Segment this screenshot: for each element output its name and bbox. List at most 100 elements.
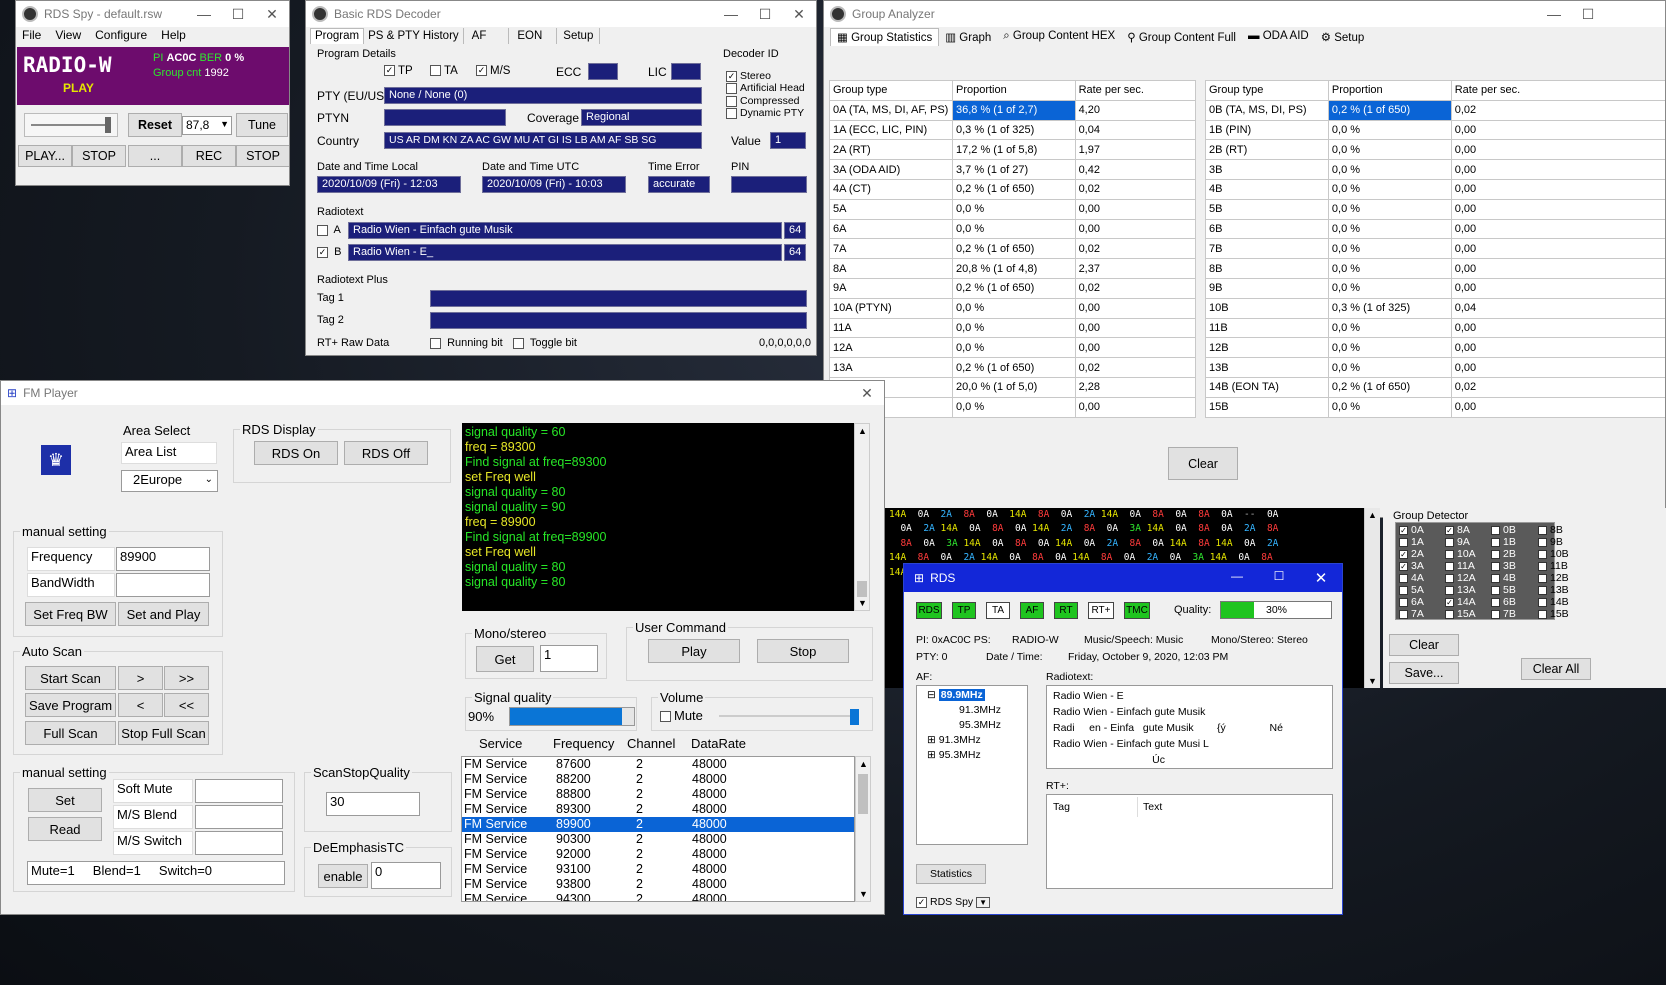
play-button[interactable]: Play	[648, 639, 740, 663]
enable-button[interactable]: enable	[318, 864, 368, 888]
rec-button[interactable]: REC	[182, 145, 236, 167]
tree-collapse-icon[interactable]: ⊟	[927, 689, 936, 701]
group-detector-item[interactable]: 3B	[1491, 560, 1516, 572]
service-scrollbar[interactable]: ▲ ▼	[855, 756, 871, 902]
group-detector-item[interactable]: 6A	[1399, 596, 1424, 608]
tree-expand-icon[interactable]: ⊞	[927, 749, 936, 761]
clear-button[interactable]: Clear	[1168, 447, 1238, 480]
group-detector-item[interactable]: 13B	[1538, 584, 1569, 596]
table-row[interactable]: 2A (RT) 17,2 % (1 of 5,8) 1,97	[829, 139, 1197, 161]
hex-scrollbar[interactable]: ▲ ▼	[1364, 508, 1380, 688]
table-row[interactable]: 13A 0,2 % (1 of 650) 0,02	[829, 357, 1197, 378]
group-detector-item[interactable]: ✓ 8A	[1445, 524, 1470, 536]
menu-file[interactable]: File	[22, 28, 41, 42]
group-detector-item[interactable]: 13A	[1445, 584, 1476, 596]
menu-view[interactable]: View	[55, 28, 81, 42]
next-fast-button[interactable]: >>	[164, 666, 209, 690]
dropdown-arrow-icon[interactable]: ▼	[976, 897, 991, 908]
group-detector-item[interactable]: 12B	[1538, 572, 1569, 584]
table-row[interactable]: 6B 0,0 % 0,00	[1205, 218, 1665, 240]
ta-checkbox[interactable]: TA	[430, 65, 458, 77]
area-list-field[interactable]: Area List	[121, 442, 217, 464]
stop-full-scan-button[interactable]: Stop Full Scan	[118, 721, 209, 745]
tab-setup[interactable]: Setup	[557, 28, 601, 44]
table-row[interactable]: 0B (TA, MS, DI, PS) 0,2 % (1 of 650) 0,02	[1205, 99, 1665, 121]
stop-button[interactable]: STOP	[72, 145, 126, 167]
stop-button[interactable]: Stop	[757, 639, 849, 663]
group-detector-item[interactable]: ✓ 2A	[1399, 548, 1424, 560]
table-row[interactable]: 6A 0,0 % 0,00	[829, 218, 1197, 240]
rds-spy-titlebar[interactable]: RDS Spy - default.rsw — ☐ ✕	[16, 1, 289, 27]
artificial-head-checkbox[interactable]: Artificial Head	[726, 82, 805, 94]
menu-configure[interactable]: Configure	[95, 28, 147, 42]
running-bit-checkbox[interactable]: Running bit	[430, 337, 503, 349]
service-list[interactable]: FM Service 87600 2 48000 FM Service 88200 2 480…	[461, 756, 855, 902]
group-detector-item[interactable]: ✓ 0A	[1399, 524, 1424, 536]
stereo-checkbox[interactable]: ✓ Stereo	[726, 70, 771, 82]
group-detector-item[interactable]: 10A	[1445, 548, 1476, 560]
rds-titlebar[interactable]: ⊞ RDS — ☐ ✕	[904, 564, 1342, 592]
menu-help[interactable]: Help	[161, 28, 186, 42]
group-detector-item[interactable]: 0B	[1491, 524, 1516, 536]
minimize-icon[interactable]: —	[1537, 6, 1571, 23]
table-row[interactable]: 1B (PIN) 0,0 % 0,00	[1205, 119, 1665, 141]
reset-button[interactable]: Reset	[128, 113, 182, 137]
af-item-95-3[interactable]: 95.3MHz	[959, 719, 1001, 731]
table-row[interactable]: 11A 0,0 % 0,00	[829, 317, 1197, 339]
group-detector-item[interactable]: 9A	[1445, 536, 1470, 548]
table-row[interactable]: 5B 0,0 % 0,00	[1205, 198, 1665, 220]
mute-checkbox[interactable]: Mute	[660, 708, 703, 723]
table-row[interactable]: 7B 0,0 % 0,00	[1205, 238, 1665, 260]
minimize-icon[interactable]: —	[1216, 569, 1258, 587]
set-and-play-button[interactable]: Set and Play	[118, 602, 209, 626]
table-row[interactable]: 10A (PTYN) 0,0 % 0,00	[829, 297, 1197, 319]
maximize-icon[interactable]: ☐	[1571, 6, 1605, 23]
statistics-button[interactable]: Statistics	[916, 864, 986, 884]
ms-checkbox[interactable]: ✓ M/S	[476, 65, 510, 77]
volume-thumb[interactable]	[850, 709, 859, 725]
close-icon[interactable]: ✕	[1300, 569, 1342, 587]
toggle-bit-checkbox[interactable]: Toggle bit	[513, 337, 577, 349]
set-freq-bw-button[interactable]: Set Freq BW	[25, 602, 116, 626]
table-row[interactable]: 9B 0,0 % 0,00	[1205, 277, 1665, 299]
maximize-icon[interactable]: ☐	[221, 6, 255, 23]
table-row[interactable]: 1A (ECC, LIC, PIN) 0,3 % (1 of 325) 0,04	[829, 119, 1197, 141]
af-item-91-3-root[interactable]: 91.3MHz	[939, 734, 981, 746]
table-row[interactable]: 9A 0,2 % (1 of 650) 0,02	[829, 277, 1197, 299]
minimize-icon[interactable]: —	[187, 6, 221, 23]
group-detector-item[interactable]: 10B	[1538, 548, 1569, 560]
table-row[interactable]: 3A (ODA AID) 3,7 % (1 of 27) 0,42	[829, 159, 1197, 180]
tab-eon[interactable]: EON	[509, 28, 558, 44]
tab-group-content-full[interactable]: ⚲ Group Content Full	[1121, 28, 1242, 46]
maximize-icon[interactable]: ☐	[748, 6, 782, 23]
tab-af[interactable]: AF	[464, 28, 510, 44]
tab-ps-pty-history[interactable]: PS & PTY History	[364, 28, 464, 44]
table-row[interactable]: 13B 0,0 % 0,00	[1205, 357, 1665, 378]
group-detector-item[interactable]: 9B	[1538, 536, 1563, 548]
minimize-icon[interactable]: —	[714, 6, 748, 23]
volume-slider[interactable]	[719, 709, 861, 725]
table-row[interactable]: 2B (RT) 0,0 % 0,00	[1205, 139, 1665, 161]
more-button[interactable]: ...	[128, 145, 182, 167]
group-detector-item[interactable]: 4A	[1399, 572, 1424, 584]
tab-group-content-hex[interactable]: ⌕ Group Content HEX	[997, 28, 1121, 46]
tab-program[interactable]: Program	[310, 28, 365, 44]
next-button[interactable]: >	[118, 666, 163, 690]
service-row[interactable]: FM Service 88200 2 48000	[462, 772, 854, 787]
service-row[interactable]: FM Service 90300 2 48000	[462, 832, 854, 847]
group-detector-item[interactable]: 4B	[1491, 572, 1516, 584]
rt-a-checkbox[interactable]: A	[317, 224, 341, 236]
table-row[interactable]: 3B 0,0 % 0,00	[1205, 159, 1665, 180]
soft-mute-input[interactable]	[195, 779, 283, 803]
scan-stop-quality-input[interactable]: 30	[326, 792, 420, 816]
group-detector-item[interactable]: 7A	[1399, 608, 1424, 620]
radiotext-list[interactable]: Radio Wien - E Radio Wien - Einfach gute …	[1046, 685, 1333, 769]
tab-group-statistics[interactable]: ▦ Group Statistics	[830, 28, 940, 46]
rds-on-button[interactable]: RDS On	[254, 441, 338, 465]
group-detector-item[interactable]: 14B	[1538, 596, 1569, 608]
tab-setup[interactable]: ⚙ Setup	[1315, 28, 1371, 46]
prev-fast-button[interactable]: <<	[164, 693, 209, 717]
service-row[interactable]: FM Service 92000 2 48000	[462, 847, 854, 862]
service-row[interactable]: FM Service 89900 2 48000	[462, 817, 854, 832]
service-row[interactable]: FM Service 88800 2 48000	[462, 787, 854, 802]
